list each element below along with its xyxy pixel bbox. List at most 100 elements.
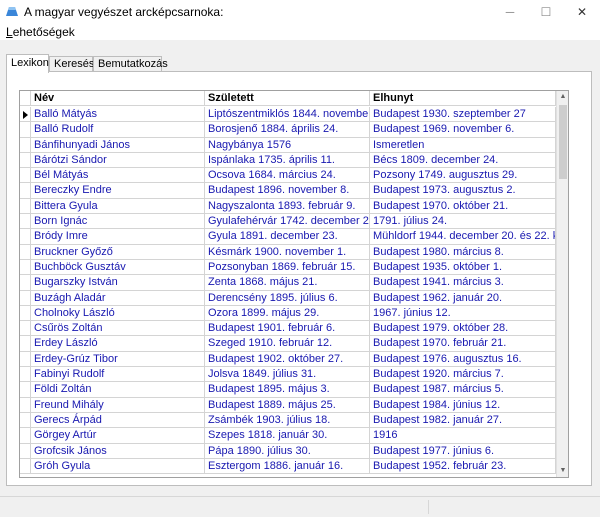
cell-szuletett[interactable]: Liptószentmiklós 1844. november 30.	[205, 107, 370, 123]
table-row[interactable]: Born Ignác Gyulafehérvár 1742. december 2…	[20, 214, 556, 230]
cell-nev[interactable]: Gerecs Árpád	[31, 412, 205, 429]
cell-nev[interactable]: Balló Rudolf	[31, 122, 205, 138]
cell-szuletett[interactable]: Gyula 1891. december 23.	[205, 229, 370, 245]
scroll-down-icon[interactable]: ▼	[557, 465, 568, 477]
cell-nev[interactable]: Grofcsik János	[31, 443, 205, 459]
row-indicator[interactable]	[20, 443, 31, 459]
cell-nev[interactable]: Cholnoky László	[31, 305, 205, 322]
cell-szuletett[interactable]: Budapest 1895. május 3.	[205, 382, 370, 398]
cell-szuletett[interactable]: Pápa 1890. július 30.	[205, 443, 370, 459]
cell-elhunyt[interactable]: Budapest 1976. augusztus 16.	[370, 351, 556, 368]
table-row[interactable]: Freund Mihály Budapest 1889. május 25. Bud…	[20, 397, 556, 413]
cell-szuletett[interactable]: Borosjenő 1884. április 24.	[205, 122, 370, 138]
scroll-thumb[interactable]	[559, 105, 567, 179]
row-indicator[interactable]	[20, 107, 31, 123]
cell-elhunyt[interactable]: Budapest 1977. június 6.	[370, 443, 556, 459]
row-indicator[interactable]	[20, 198, 31, 215]
table-row[interactable]: Bánfihunyadi János Nagybánya 1576 Ismeretl…	[20, 137, 556, 153]
cell-nev[interactable]: Bánfihunyadi János	[31, 137, 205, 153]
table-row[interactable]: Földi Zoltán Budapest 1895. május 3. Budap…	[20, 382, 556, 398]
table-row[interactable]: Bródy Imre Gyula 1891. december 23. Mühldo…	[20, 229, 556, 245]
cell-szuletett[interactable]: Jolsva 1849. július 31.	[205, 367, 370, 383]
close-button[interactable]: ✕	[564, 0, 600, 24]
row-indicator[interactable]	[20, 305, 31, 322]
cell-nev[interactable]: Bugarszky István	[31, 275, 205, 291]
cell-elhunyt[interactable]: Mühldorf 1944. december 20. és 22. köz	[370, 229, 556, 245]
cell-elhunyt[interactable]: 1967. június 12.	[370, 305, 556, 322]
row-indicator[interactable]	[20, 351, 31, 368]
row-indicator[interactable]	[20, 367, 31, 383]
cell-elhunyt[interactable]: Budapest 1980. március 8.	[370, 244, 556, 260]
scroll-up-icon[interactable]: ▲	[557, 91, 568, 103]
row-indicator[interactable]	[20, 229, 31, 245]
cell-elhunyt[interactable]: Budapest 1979. október 28.	[370, 321, 556, 337]
cell-elhunyt[interactable]: Budapest 1941. március 3.	[370, 275, 556, 291]
vertical-scrollbar[interactable]: ▲ ▼	[556, 91, 568, 477]
cell-nev[interactable]: Bárótzi Sándor	[31, 152, 205, 169]
row-indicator[interactable]	[20, 168, 31, 184]
cell-elhunyt[interactable]: Budapest 1973. augusztus 2.	[370, 183, 556, 199]
cell-elhunyt[interactable]: Budapest 1987. március 5.	[370, 382, 556, 398]
minimize-button[interactable]: ─	[492, 0, 528, 24]
tab-bemutatkozas[interactable]: Bemutatkozás	[93, 56, 168, 72]
cell-nev[interactable]: Born Ignác	[31, 214, 205, 230]
menu-lehetosegek[interactable]: Lehetőségek	[6, 25, 75, 39]
cell-nev[interactable]: Freund Mihály	[31, 397, 205, 413]
row-indicator[interactable]	[20, 137, 31, 153]
row-indicator[interactable]	[20, 336, 31, 352]
row-indicator[interactable]	[20, 321, 31, 337]
cell-elhunyt[interactable]: Budapest 1930. szeptember 27	[370, 107, 556, 123]
cell-nev[interactable]: Erdey László	[31, 336, 205, 352]
row-indicator[interactable]	[20, 244, 31, 260]
table-row[interactable]: Cholnoky László Ozora 1899. május 29. 1967…	[20, 305, 556, 322]
cell-elhunyt[interactable]: Budapest 1984. június 12.	[370, 397, 556, 413]
tab-kereses[interactable]: Keresés	[49, 56, 94, 72]
cell-nev[interactable]: Bittera Gyula	[31, 198, 205, 215]
cell-elhunyt[interactable]: Budapest 1969. november 6.	[370, 122, 556, 138]
cell-szuletett[interactable]: Nagybánya 1576	[205, 137, 370, 153]
cell-nev[interactable]: Görgey Artúr	[31, 428, 205, 444]
cell-nev[interactable]: Erdey-Grúz Tibor	[31, 351, 205, 368]
table-row[interactable]: Bittera Gyula Nagyszalonta 1893. február …	[20, 198, 556, 215]
cell-szuletett[interactable]: Szeged 1910. február 12.	[205, 336, 370, 352]
row-indicator[interactable]	[20, 259, 31, 276]
cell-szuletett[interactable]: Zsámbék 1903. július 18.	[205, 412, 370, 429]
cell-nev[interactable]: Gróh Gyula	[31, 458, 205, 475]
table-row[interactable]: Görgey Artúr Szepes 1818. január 30. 1916	[20, 428, 556, 444]
column-header-nev[interactable]: Név	[31, 91, 205, 106]
cell-szuletett[interactable]: Késmárk 1900. november 1.	[205, 244, 370, 260]
cell-elhunyt[interactable]: Budapest 1952. február 23.	[370, 458, 556, 475]
cell-szuletett[interactable]: Esztergom 1886. január 16.	[205, 458, 370, 475]
cell-szuletett[interactable]: Budapest 1896. november 8.	[205, 183, 370, 199]
data-grid[interactable]: Név Született Elhunyt Balló Mátyás Liptós…	[19, 90, 569, 478]
table-row[interactable]: Buzágh Aladár Derencsény 1895. július 6. B…	[20, 290, 556, 306]
row-indicator[interactable]	[20, 214, 31, 230]
table-row[interactable]: Bél Mátyás Ocsova 1684. március 24. Pozson…	[20, 168, 556, 184]
cell-elhunyt[interactable]: Budapest 1970. február 21.	[370, 336, 556, 352]
cell-szuletett[interactable]: Zenta 1868. május 21.	[205, 275, 370, 291]
cell-elhunyt[interactable]: Ismeretlen	[370, 137, 556, 153]
table-row[interactable]: Erdey László Szeged 1910. február 12. Buda…	[20, 336, 556, 352]
maximize-button[interactable]: ☐	[528, 0, 564, 24]
cell-nev[interactable]: Csűrös Zoltán	[31, 321, 205, 337]
table-row[interactable]: Fabinyi Rudolf Jolsva 1849. július 31. Bud…	[20, 367, 556, 383]
row-indicator[interactable]	[20, 397, 31, 413]
cell-szuletett[interactable]: Budapest 1889. május 25.	[205, 397, 370, 413]
table-row[interactable]: Buchböck Gusztáv Pozsonyban 1869. február…	[20, 259, 556, 276]
tab-lexikon[interactable]: Lexikon	[6, 54, 49, 73]
table-row[interactable]: Bruckner Győző Késmárk 1900. november 1. B…	[20, 244, 556, 260]
cell-elhunyt[interactable]: Budapest 1920. március 7.	[370, 367, 556, 383]
row-indicator[interactable]	[20, 152, 31, 169]
table-row[interactable]: Bereczky Endre Budapest 1896. november 8.…	[20, 183, 556, 199]
cell-nev[interactable]: Bél Mátyás	[31, 168, 205, 184]
cell-nev[interactable]: Balló Mátyás	[31, 107, 205, 123]
column-header-szuletett[interactable]: Született	[205, 91, 370, 106]
cell-elhunyt[interactable]: Pozsony 1749. augusztus 29.	[370, 168, 556, 184]
table-row[interactable]: Gerecs Árpád Zsámbék 1903. július 18. Buda…	[20, 412, 556, 429]
cell-szuletett[interactable]: Ispánlaka 1735. április 11.	[205, 152, 370, 169]
table-row[interactable]: Erdey-Grúz Tibor Budapest 1902. október 2…	[20, 351, 556, 368]
cell-elhunyt[interactable]: Bécs 1809. december 24.	[370, 152, 556, 169]
cell-nev[interactable]: Buchböck Gusztáv	[31, 259, 205, 276]
cell-elhunyt[interactable]: Budapest 1962. január 20.	[370, 290, 556, 306]
cell-nev[interactable]: Bródy Imre	[31, 229, 205, 245]
